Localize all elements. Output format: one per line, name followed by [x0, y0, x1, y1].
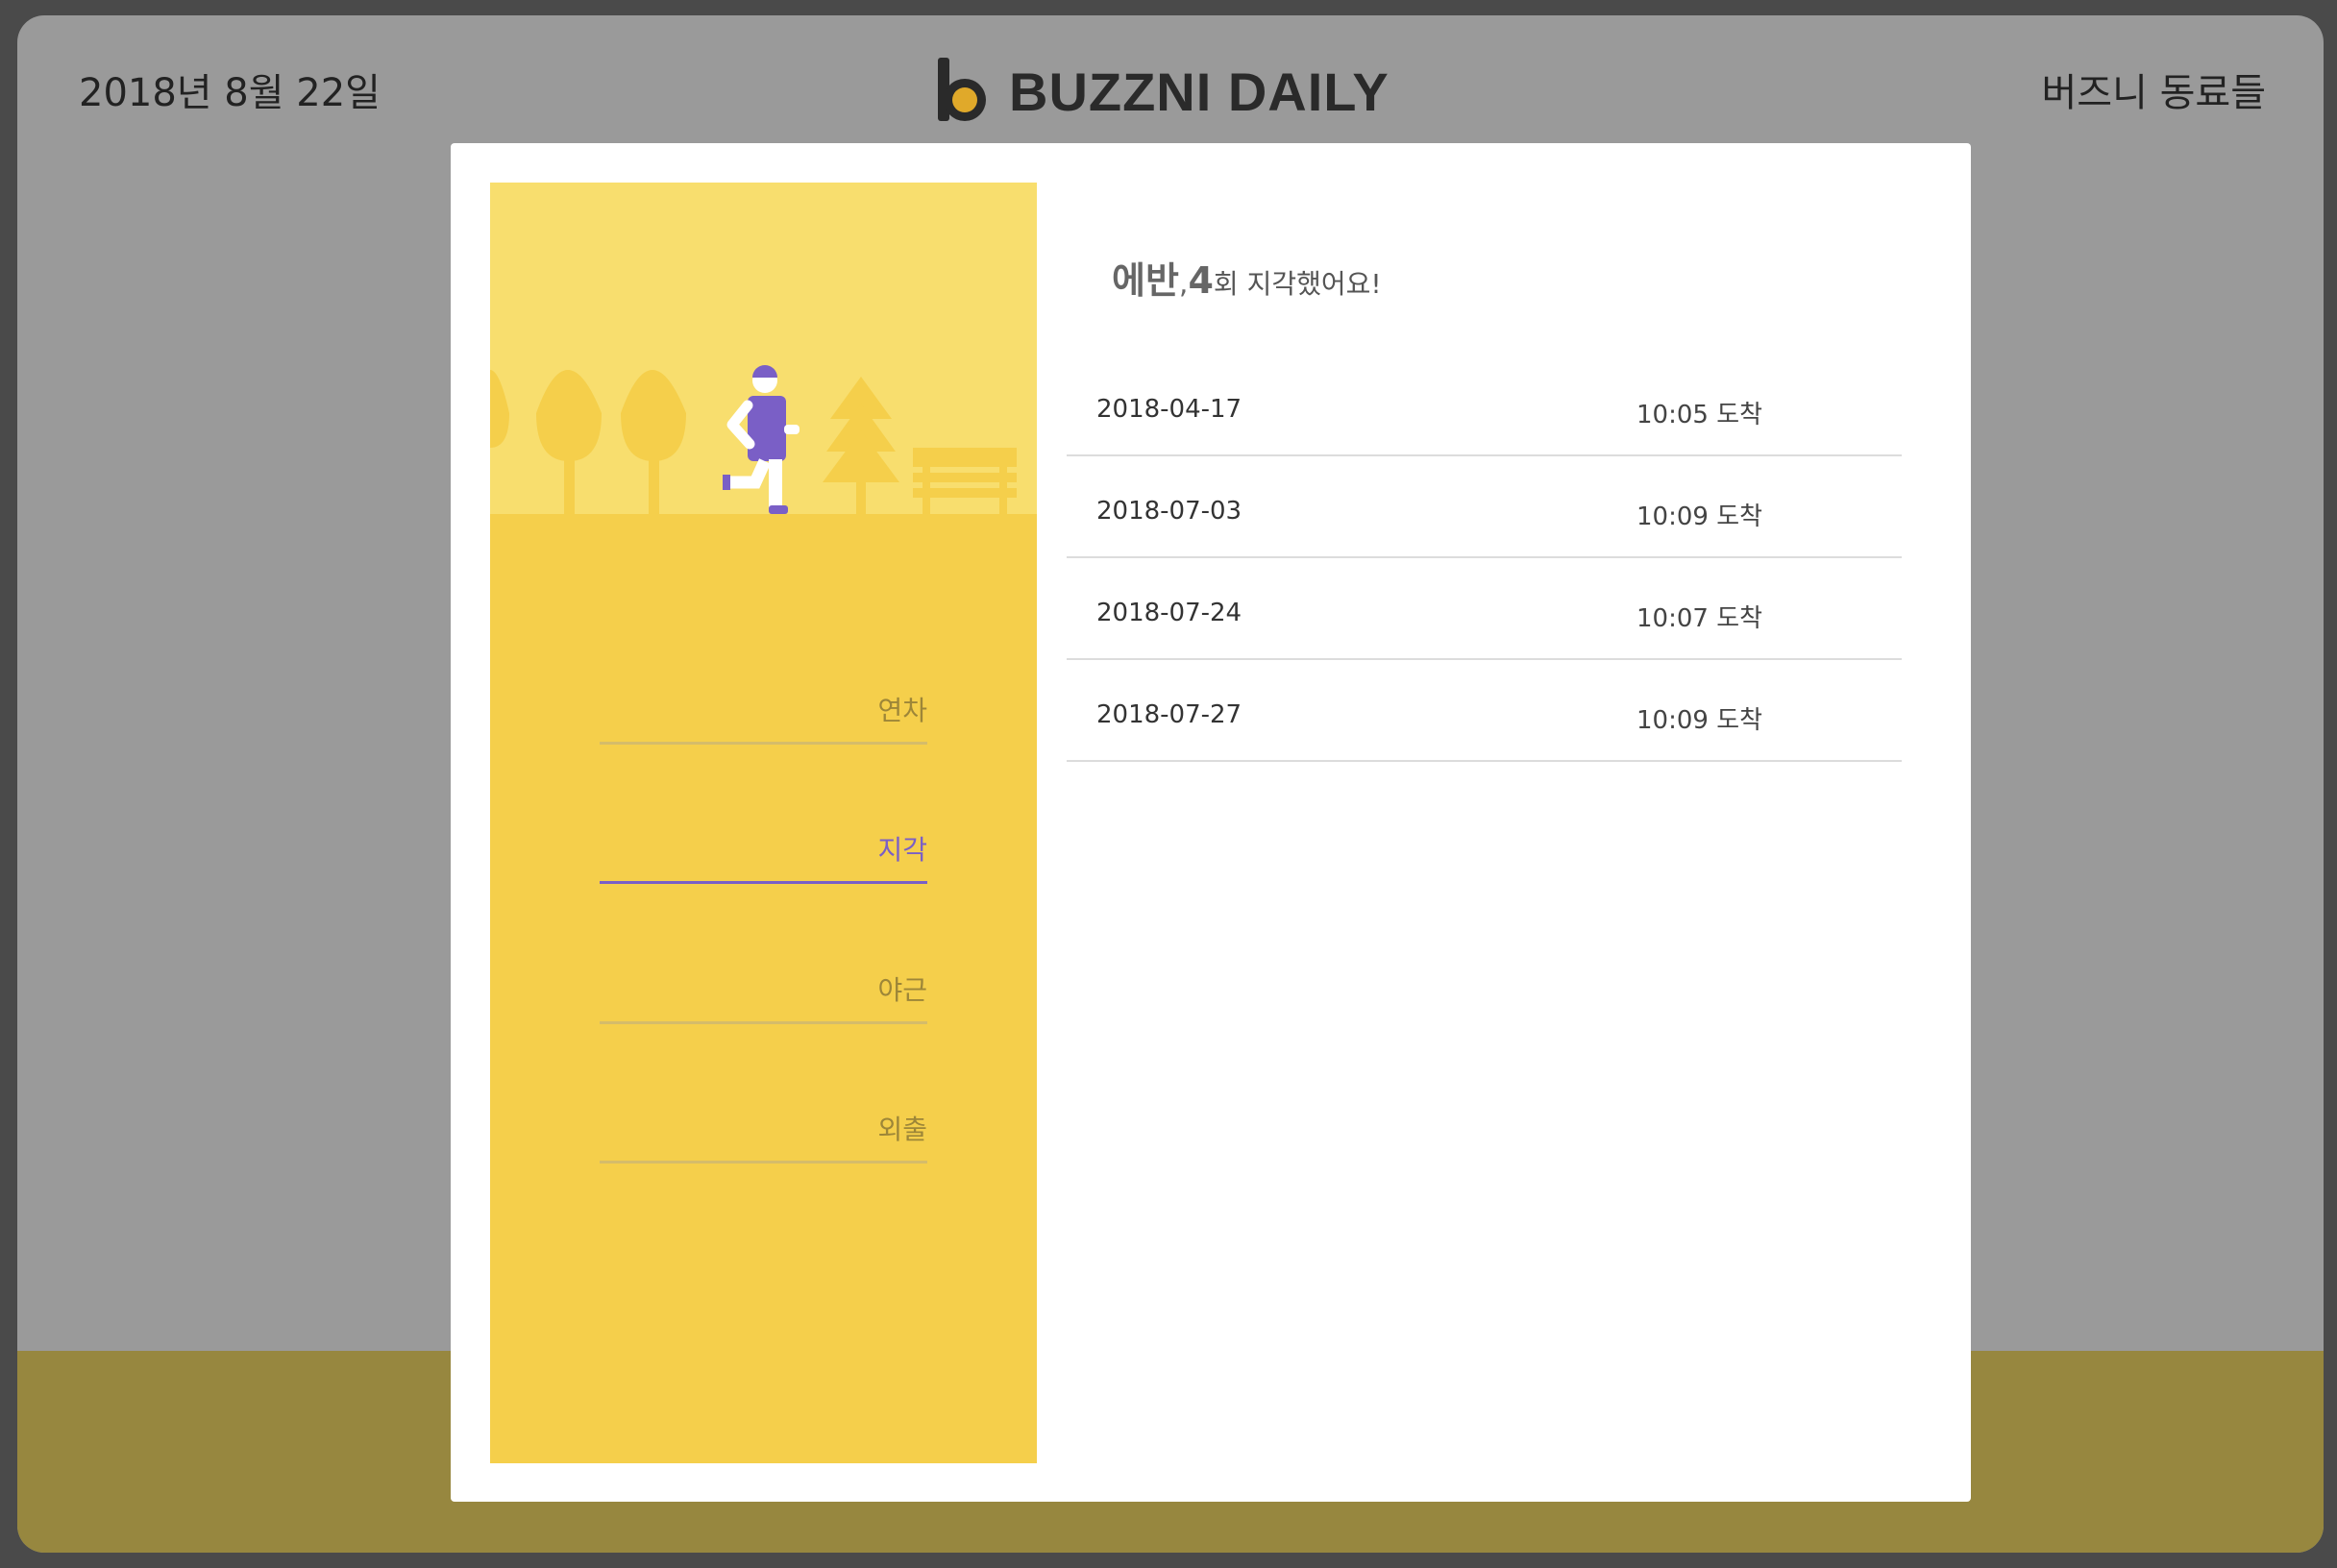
list-item: 2018-07-27 10:09 도착	[1067, 660, 1902, 762]
buzzni-logo-icon	[938, 58, 986, 121]
nav-item-label: 지각	[877, 834, 927, 866]
list-item: 2018-07-24 10:07 도착	[1067, 558, 1902, 660]
record-date: 2018-07-27	[1096, 700, 1242, 729]
record-date: 2018-07-03	[1096, 497, 1242, 526]
nav-item-label: 연차	[877, 695, 927, 726]
colleagues-link[interactable]: 버즈니 동료들	[2041, 61, 2266, 117]
late-summary-heading: 에반,4회 지각했어요!	[1112, 251, 1382, 304]
nav-item-label: 외출	[877, 1114, 927, 1145]
late-record-list: 2018-04-17 10:05 도착 2018-07-03 10:09 도착 …	[1067, 355, 1902, 762]
brand-logo[interactable]: BUZZNI DAILY	[936, 58, 1390, 125]
nav-item-annual-leave[interactable]: 연차	[600, 686, 927, 745]
list-item: 2018-04-17 10:05 도착	[1067, 355, 1902, 456]
record-arrival-time: 10:07 도착	[1636, 604, 1763, 633]
late-record-modal: 연차 지각 야근 외출 에반,4회 지각했어요! 2018-04-17 10:0…	[451, 143, 1971, 1502]
list-item: 2018-07-03 10:09 도착	[1067, 456, 1902, 558]
category-panel: 연차 지각 야근 외출	[490, 183, 1037, 1463]
nav-item-label: 야근	[877, 974, 927, 1006]
late-count-suffix: 회 지각했어요!	[1213, 268, 1382, 300]
running-person-illustration	[490, 183, 1037, 514]
record-arrival-time: 10:09 도착	[1636, 706, 1763, 735]
record-arrival-time: 10:09 도착	[1636, 502, 1763, 531]
nav-item-outing[interactable]: 외출	[600, 1105, 927, 1164]
record-date: 2018-04-17	[1096, 395, 1242, 424]
nav-item-late[interactable]: 지각	[600, 825, 927, 884]
late-count: 4	[1188, 259, 1214, 302]
record-arrival-time: 10:05 도착	[1636, 401, 1763, 429]
brand-name: BUZZNI DAILY	[1009, 61, 1390, 122]
header-date: 2018년 8월 22일	[79, 71, 381, 115]
record-date: 2018-07-24	[1096, 599, 1242, 627]
employee-name: 에반	[1112, 259, 1179, 302]
nav-item-overtime[interactable]: 야근	[600, 966, 927, 1024]
